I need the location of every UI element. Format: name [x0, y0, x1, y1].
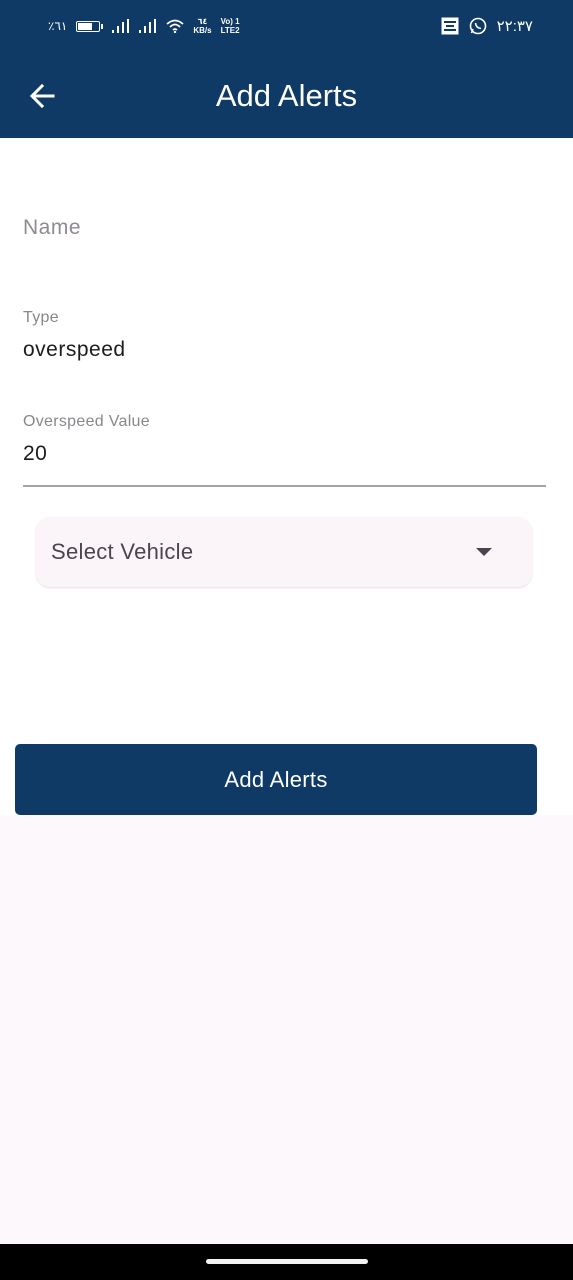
- status-left: ٪٦١ ٦٤ KB/s Vo) 1 LTE2: [48, 16, 240, 36]
- type-value[interactable]: overspeed: [23, 338, 126, 362]
- app-notification-icon: [441, 17, 459, 35]
- signal-icon: [139, 19, 157, 33]
- whatsapp-icon: [469, 17, 486, 35]
- status-right: ٢٢:٣٧: [441, 16, 533, 36]
- alert-form: Name Type overspeed Overspeed Value 20 S…: [0, 138, 573, 815]
- home-indicator[interactable]: [206, 1259, 368, 1264]
- add-alerts-button[interactable]: Add Alerts: [15, 744, 537, 815]
- signal-icon: [112, 19, 130, 33]
- overspeed-underline: [23, 485, 546, 487]
- battery-icon: [76, 20, 104, 32]
- clock: ٢٢:٣٧: [496, 18, 533, 35]
- battery-percent: ٪٦١: [48, 19, 68, 33]
- page-title: Add Alerts: [215, 78, 358, 113]
- caret-down-icon: [476, 548, 492, 556]
- overspeed-input[interactable]: 20: [23, 442, 47, 466]
- system-nav-bar: [0, 1244, 573, 1280]
- overspeed-label: Overspeed Value: [23, 413, 150, 430]
- net-speed: ٦٤ KB/s: [193, 17, 212, 35]
- select-vehicle-dropdown[interactable]: Select Vehicle: [36, 517, 532, 587]
- name-input[interactable]: Name: [23, 216, 81, 240]
- app-bar: Add Alerts: [0, 54, 573, 138]
- wifi-icon: [166, 19, 184, 33]
- volte-indicator: Vo) 1 LTE2: [220, 17, 240, 35]
- type-label: Type: [23, 309, 59, 326]
- select-vehicle-label: Select Vehicle: [51, 539, 194, 564]
- status-bar: ٪٦١ ٦٤ KB/s Vo) 1 LTE2 ٢٢:٣٧: [0, 0, 573, 54]
